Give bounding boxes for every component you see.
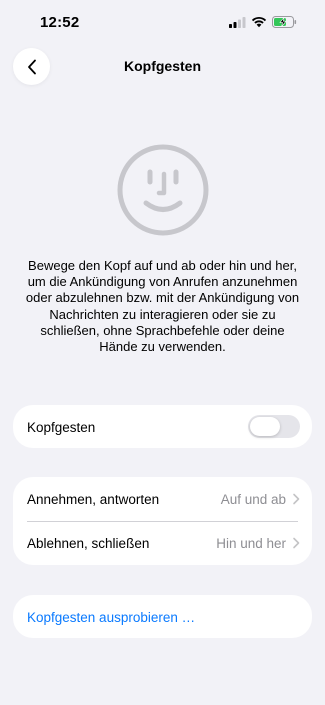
battery-charging-icon (272, 16, 297, 28)
description-text: Bewege den Kopf auf und ab oder hin und … (25, 258, 300, 355)
kopfgesten-toggle[interactable] (248, 415, 300, 438)
page-title: Kopfgesten (124, 58, 201, 74)
chevron-right-icon (293, 537, 300, 549)
toggle-knob (250, 417, 280, 436)
list-item-value: Auf und ab (220, 491, 286, 507)
list-item-ablehnen[interactable]: Ablehnen, schließen Hin und her (13, 521, 312, 565)
kopfgesten-toggle-label: Kopfgesten (27, 419, 96, 435)
chevron-right-icon (293, 493, 300, 505)
status-icons (229, 16, 297, 28)
gestures-list-card: Annehmen, antworten Auf und ab Ablehnen,… (13, 477, 312, 565)
wifi-icon (251, 16, 267, 28)
status-bar: 12:52 (0, 0, 325, 46)
face-smile-icon (117, 144, 209, 236)
list-item-label: Ablehnen, schließen (27, 535, 150, 551)
list-item-value: Hin und her (216, 535, 286, 551)
try-kopfgesten-label: Kopfgesten ausprobieren … (27, 609, 196, 625)
cellular-signal-icon (229, 16, 246, 28)
kopfgesten-toggle-card: Kopfgesten (13, 405, 312, 448)
try-kopfgesten-button[interactable]: Kopfgesten ausprobieren … (13, 595, 312, 638)
list-item-label: Annehmen, antworten (27, 491, 160, 507)
status-time: 12:52 (40, 14, 80, 31)
list-item-annehmen[interactable]: Annehmen, antworten Auf und ab (13, 477, 312, 521)
